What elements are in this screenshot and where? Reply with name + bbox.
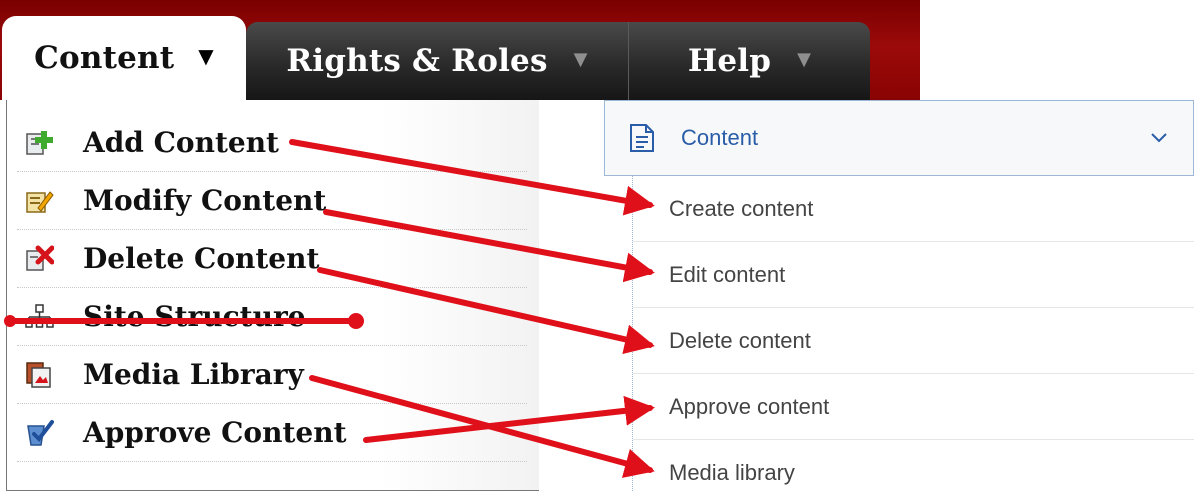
dropdown-arrow-icon: ▼ — [573, 48, 588, 70]
tab-help-label: Help — [687, 43, 772, 79]
menu-item-label: Site Structure — [83, 300, 306, 333]
menu-item-label: Modify Content — [83, 184, 327, 217]
menu-item-delete-content[interactable]: Delete Content — [17, 230, 527, 288]
submenu-item-approve-content[interactable]: Approve content — [633, 374, 1194, 440]
delete-content-icon — [21, 241, 57, 277]
content-panel-header[interactable]: Content — [604, 100, 1194, 176]
submenu-item-label: Delete content — [669, 327, 811, 353]
menu-item-media-library[interactable]: Media Library — [17, 346, 527, 404]
site-structure-icon — [21, 299, 57, 335]
tab-content-label: Content — [34, 40, 175, 76]
screenshot-stage: Content ▼ Rights & Roles ▼ Help ▼ Add Co… — [0, 0, 1194, 491]
submenu-item-edit-content[interactable]: Edit content — [633, 242, 1194, 308]
submenu-item-label: Media library — [669, 459, 795, 485]
modify-content-icon — [21, 183, 57, 219]
content-panel-title: Content — [681, 125, 759, 150]
submenu-item-label: Edit content — [669, 261, 786, 287]
tab-help[interactable]: Help ▼ — [628, 22, 870, 100]
menu-item-label: Delete Content — [83, 242, 320, 275]
submenu-item-label: Create content — [669, 195, 814, 221]
submenu-item-media-library[interactable]: Media library — [633, 440, 1194, 491]
content-dropdown-menu: Add Content Modify Content Delete Conten… — [6, 100, 539, 491]
submenu-item-create-content[interactable]: Create content — [633, 176, 1194, 242]
menu-item-label: Add Content — [83, 126, 279, 159]
menu-item-label: Media Library — [83, 358, 304, 391]
tab-rights-and-roles[interactable]: Rights & Roles ▼ — [246, 22, 628, 100]
dropdown-arrow-icon: ▼ — [198, 44, 214, 68]
submenu-item-delete-content[interactable]: Delete content — [633, 308, 1194, 374]
chevron-down-icon[interactable] — [1147, 125, 1171, 149]
media-library-icon — [21, 357, 57, 393]
menu-item-approve-content[interactable]: Approve Content — [17, 404, 527, 462]
dropdown-arrow-icon: ▼ — [797, 48, 812, 70]
submenu-item-label: Approve content — [669, 393, 830, 419]
approve-content-icon — [21, 415, 57, 451]
content-submenu: Create content Edit content Delete conte… — [632, 176, 1194, 491]
menu-item-modify-content[interactable]: Modify Content — [17, 172, 527, 230]
menu-item-site-structure[interactable]: Site Structure — [17, 288, 527, 346]
tab-rights-label: Rights & Roles — [286, 43, 548, 79]
menu-item-add-content[interactable]: Add Content — [17, 114, 527, 172]
menu-item-label: Approve Content — [83, 416, 347, 449]
tab-content[interactable]: Content ▼ — [2, 16, 246, 100]
add-content-icon — [21, 125, 57, 161]
document-icon — [625, 121, 659, 155]
